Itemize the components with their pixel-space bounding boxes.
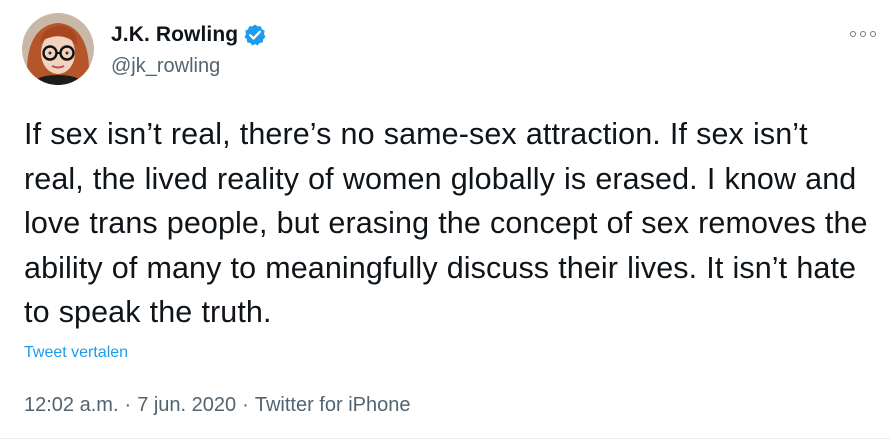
- verified-badge-icon: [243, 23, 267, 47]
- author-handle[interactable]: @jk_rowling: [111, 55, 220, 78]
- tweet-time[interactable]: 12:02 a.m.: [24, 394, 119, 417]
- more-dot: [850, 31, 856, 37]
- more-options-icon[interactable]: [850, 28, 876, 40]
- author-display-name[interactable]: J.K. Rowling: [111, 23, 238, 47]
- translate-tweet-link[interactable]: Tweet vertalen: [24, 344, 128, 362]
- tweet-text: If sex isn’t real, there’s no same-sex a…: [24, 117, 868, 329]
- avatar-photo-icon: [22, 13, 94, 85]
- meta-separator: ·: [124, 394, 132, 416]
- divider: [0, 438, 890, 439]
- tweet-source[interactable]: Twitter for iPhone: [255, 394, 411, 417]
- more-dot: [870, 31, 876, 37]
- tweet-date[interactable]: 7 jun. 2020: [137, 394, 236, 417]
- more-dot: [860, 31, 866, 37]
- tweet-metadata: 12:02 a.m. · 7 jun. 2020 · Twitter for i…: [24, 394, 410, 417]
- author-name-row[interactable]: J.K. Rowling: [111, 22, 267, 48]
- tweet-card: J.K. Rowling @jk_rowling If sex isn’t re…: [0, 0, 890, 441]
- meta-separator: ·: [242, 394, 249, 416]
- avatar[interactable]: [22, 13, 94, 85]
